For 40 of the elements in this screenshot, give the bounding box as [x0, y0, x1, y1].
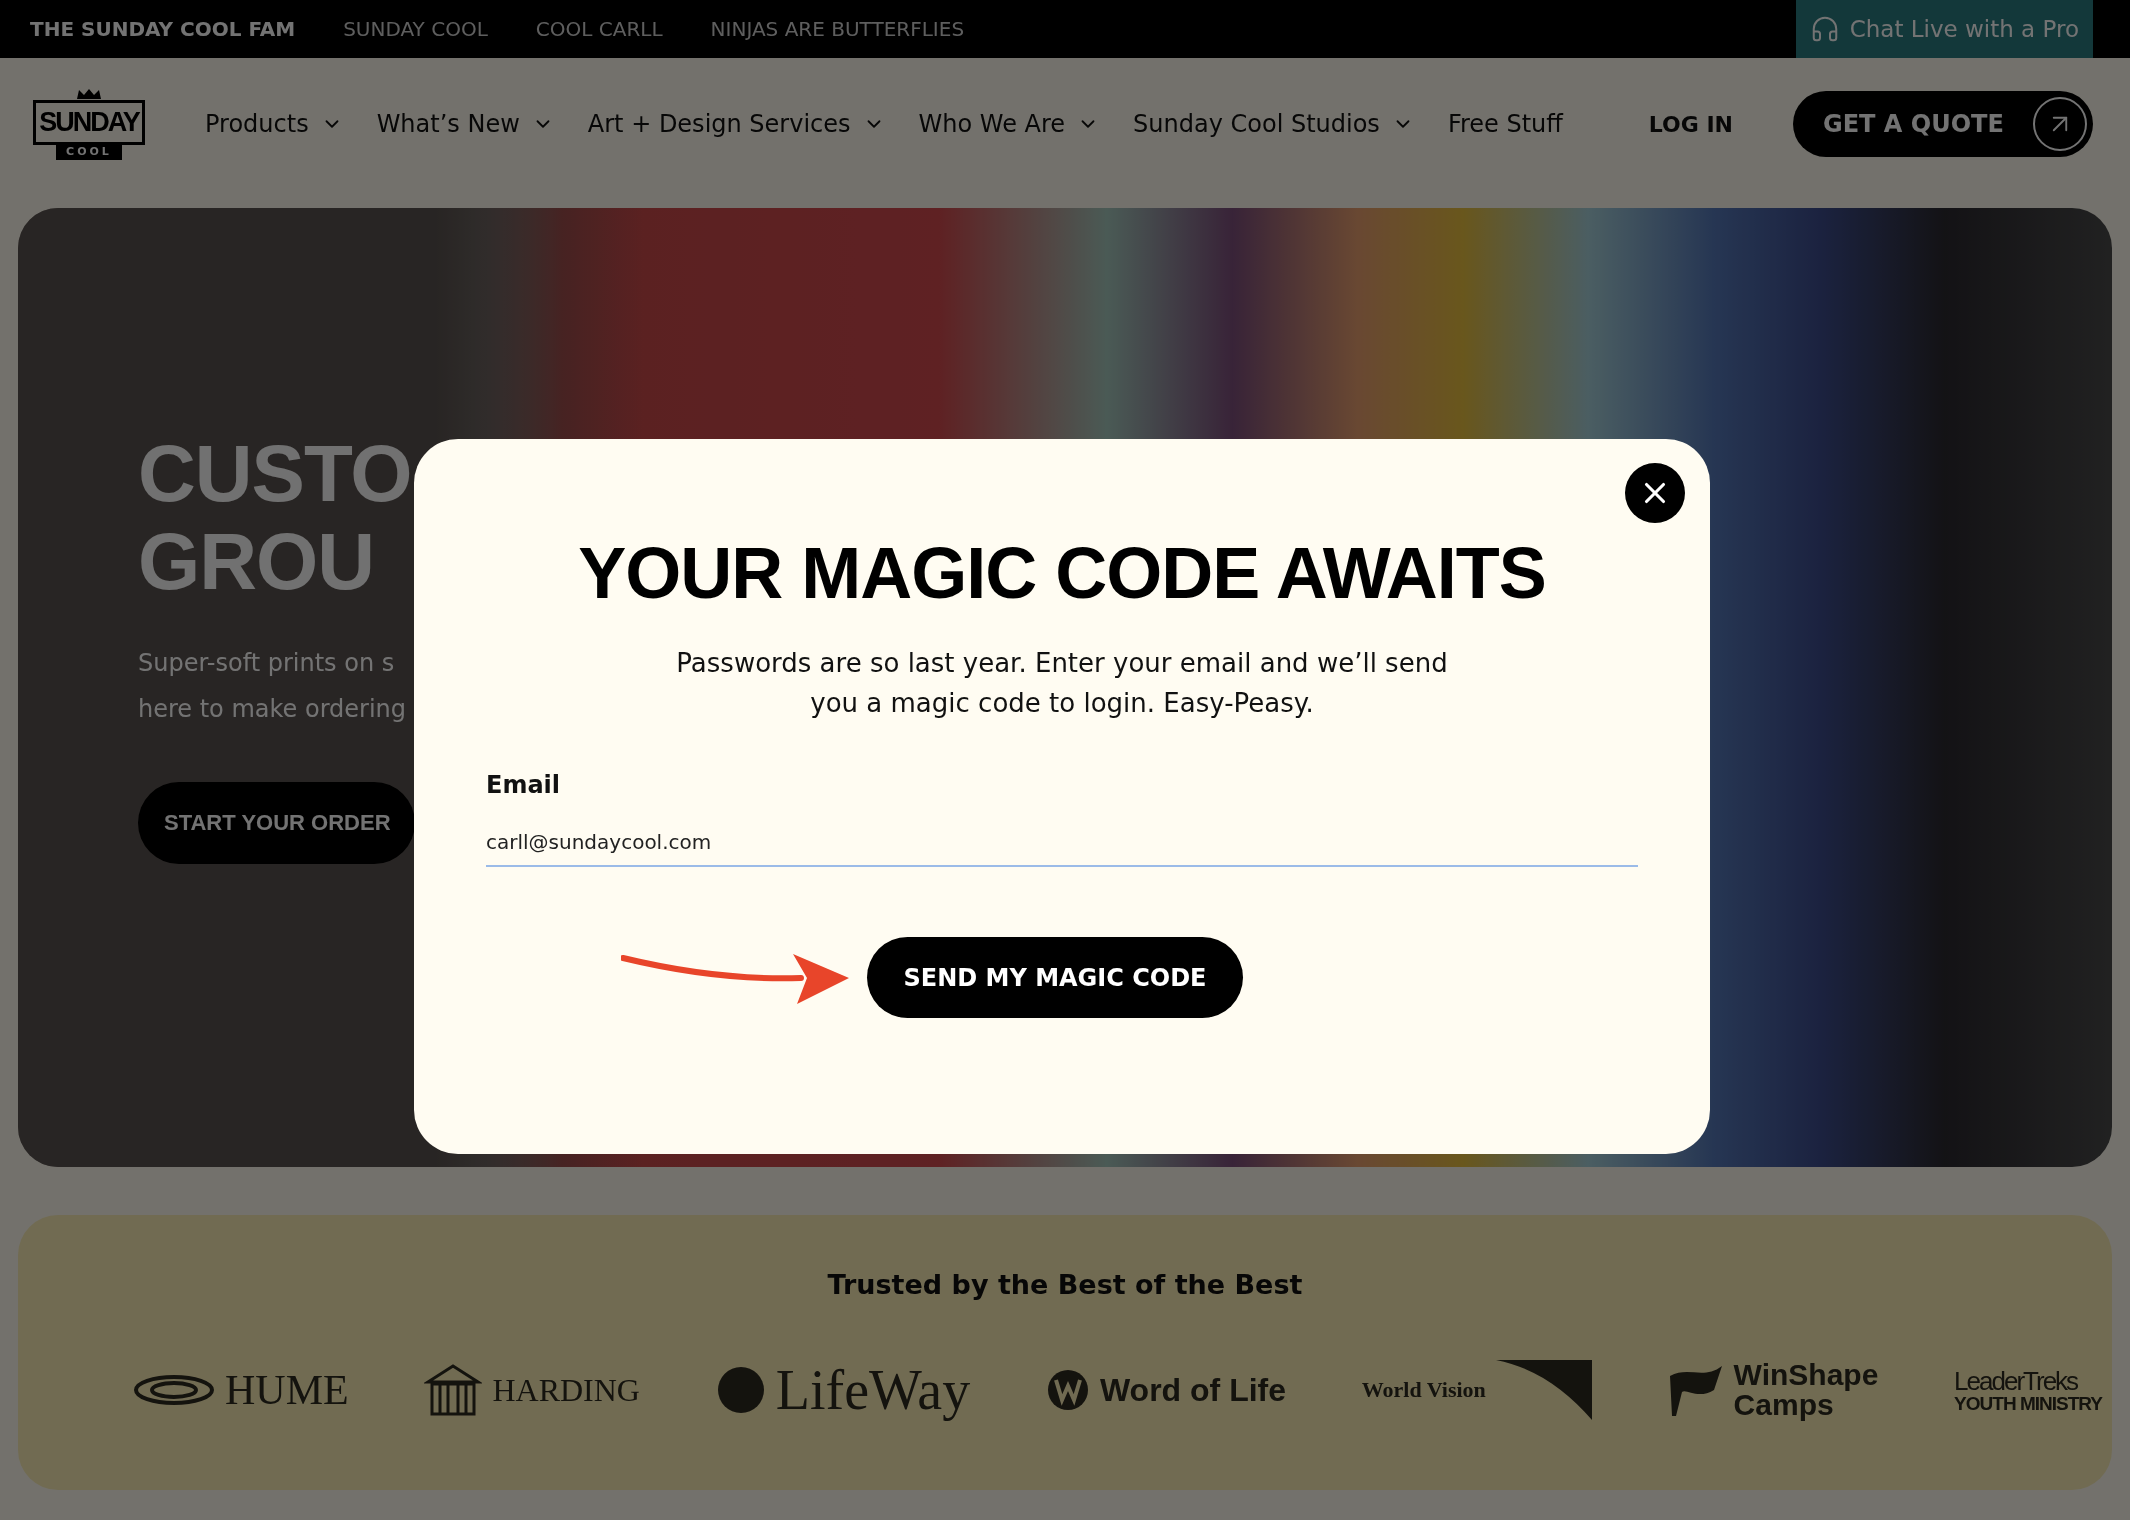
hero-subtitle: Super-soft prints on s here to make ordering	[138, 648, 407, 725]
trusted-heading: Trusted by the Best of the Best	[827, 1269, 1303, 1300]
swoosh-icon	[1495, 1360, 1592, 1420]
rings-icon	[133, 1373, 215, 1407]
email-field[interactable]: carll@sundaycool.com	[486, 819, 1638, 867]
nav-link[interactable]: What’s New	[376, 110, 554, 138]
get-quote-button[interactable]: GET A QUOTE	[1793, 91, 2093, 157]
brand-name: World Vision	[1361, 1379, 1486, 1401]
w-circle-icon	[1045, 1368, 1090, 1412]
send-code-button[interactable]: SEND MY MAGIC CODE	[867, 937, 1243, 1018]
brand-name: HARDING	[492, 1374, 640, 1406]
nav-link[interactable]: Who We Are	[918, 110, 1100, 138]
modal-description: Passwords are so last year. Enter your email and we’ll send you a magic code to login. Easy-Peasy.	[675, 647, 1449, 720]
brand-subtitle: YOUTH MINISTRY	[1954, 1393, 2102, 1413]
brand-name: Word of Life	[1099, 1374, 1286, 1406]
login-link[interactable]: LOG IN	[1648, 111, 1733, 137]
nav-link[interactable]: Art + Design Services	[587, 110, 885, 138]
close-button[interactable]	[1625, 463, 1685, 523]
crown-icon	[76, 88, 102, 100]
brand-subtitle: Camps	[1733, 1390, 1834, 1420]
hero-heading: GROU	[138, 518, 374, 606]
arrow-up-right-icon	[2033, 97, 2087, 151]
top-bar-link[interactable]: THE SUNDAY COOL FAM	[30, 17, 296, 41]
brand-name: HUME	[225, 1369, 349, 1411]
start-order-button[interactable]: START YOUR ORDER	[138, 782, 415, 864]
modal-title: YOUR MAGIC CODE AWAITS	[578, 537, 1546, 609]
nav-link[interactable]: Products	[205, 110, 343, 138]
building-icon	[424, 1362, 483, 1418]
circle-icon	[715, 1365, 766, 1415]
top-bar-link[interactable]: COOL CARLL	[535, 17, 663, 41]
hero-heading: CUSTO	[138, 430, 412, 518]
logo-tag: COOL	[56, 143, 122, 160]
chat-button[interactable]: Chat Live with a Pro	[1795, 0, 2093, 58]
brand-name: LeaderTreks	[1954, 1367, 2078, 1394]
brand-name: WinShape	[1733, 1360, 1879, 1390]
nav-link[interactable]: Sunday Cool Studios	[1133, 110, 1414, 138]
email-label: Email	[486, 771, 562, 799]
top-bar-link[interactable]: SUNDAY COOL	[343, 17, 488, 41]
top-bar-link[interactable]: NINJAS ARE BUTTERFLIES	[710, 17, 965, 41]
nav-link[interactable]: Free Stuff	[1447, 110, 1563, 138]
